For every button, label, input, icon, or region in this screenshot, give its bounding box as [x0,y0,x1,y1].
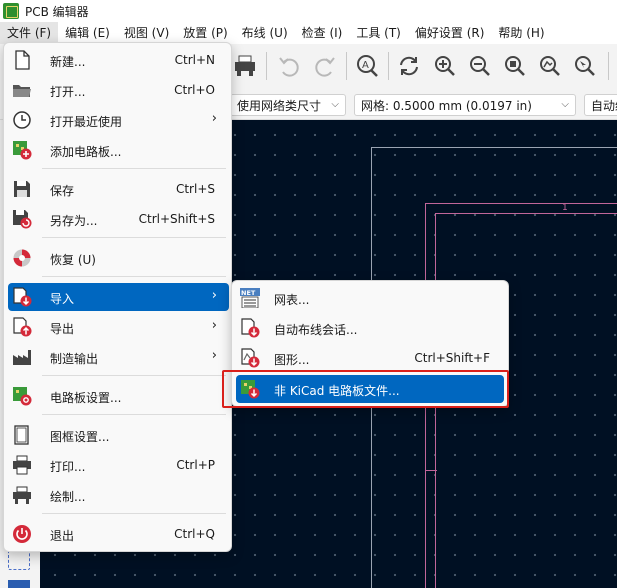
menu-item-open-recent[interactable]: 打开最近使用 › [8,106,229,134]
zoom-in-icon[interactable] [430,50,460,82]
submenu-arrow-icon: › [211,111,217,126]
netlist-icon: NET [240,288,260,308]
board-setup-icon [13,387,32,406]
submenu-arrow-icon: › [211,348,217,363]
menu-item-new[interactable]: 新建... Ctrl+N [8,46,229,74]
menu-bar: 文件 (F) 编辑 (E) 视图 (V) 放置 (P) 布线 (U) 检查 (I… [0,22,617,44]
menu-tools[interactable]: 工具 (T) [349,22,408,44]
add-board-icon [13,141,32,160]
zoom-value: 自动缩 [591,98,617,113]
zoom-select[interactable]: 自动缩 [584,94,617,116]
page-setup-icon [14,425,29,445]
zoom-fit-icon[interactable] [500,50,530,82]
redo-icon[interactable] [310,50,340,82]
menu-place[interactable]: 放置 (P) [176,22,234,44]
submenu-arrow-icon: › [211,288,217,303]
undo-icon[interactable] [274,50,304,82]
menu-item-export[interactable]: 导出 › [8,313,229,341]
menu-inspect[interactable]: 检查 (I) [295,22,350,44]
menu-item-import[interactable]: 导入 › [8,283,229,311]
chevron-down-icon: ⌵ [561,99,569,110]
save-icon [14,181,30,197]
menu-file[interactable]: 文件 (F) [0,22,59,44]
submenu-item-graphics[interactable]: 图形... Ctrl+Shift+F [236,344,504,372]
menu-item-page-setup[interactable]: 图框设置... [8,421,229,449]
menu-item-revert[interactable]: 恢复 (U) [8,244,229,272]
file-menu: 新建... Ctrl+N 打开... Ctrl+O 打开最近使用 › 添加电路板… [3,42,232,552]
menu-item-plot[interactable]: 绘制... [8,481,229,509]
annotation-highlight-box [222,370,509,408]
svg-text:A: A [362,60,369,71]
zoom-objects-icon[interactable] [535,50,565,82]
pcb-app-icon [3,3,19,19]
print-icon [13,455,31,475]
menu-item-save-as[interactable]: 另存为... Ctrl+Shift+S [8,205,229,233]
autoroute-session-icon [241,318,260,338]
menu-preferences[interactable]: 偏好设置 (R) [408,22,492,44]
refresh-icon[interactable] [394,50,424,82]
frame-tick [425,470,437,471]
title-bar: PCB 编辑器 [0,0,617,22]
revert-icon [13,249,31,267]
menu-item-board-setup[interactable]: 电路板设置... [8,382,229,410]
menu-edit[interactable]: 编辑 (E) [58,22,117,44]
grid-value: 网格: 0.5000 mm (0.0197 in) [361,98,532,113]
menu-item-add-board[interactable]: 添加电路板... [8,136,229,164]
submenu-item-autoroute-session[interactable]: 自动布线会话... [236,314,504,342]
open-folder-icon [13,85,31,97]
plot-icon [13,486,31,504]
factory-icon [13,350,31,365]
menu-help[interactable]: 帮助 (H) [491,22,551,44]
export-icon [13,317,32,337]
menu-item-fabrication-outputs[interactable]: 制造输出 › [8,343,229,371]
find-icon[interactable]: A [352,50,382,82]
new-file-icon [15,50,30,70]
menu-view[interactable]: 视图 (V) [117,22,176,44]
menu-item-print[interactable]: 打印... Ctrl+P [8,451,229,479]
track-width-select[interactable]: 使用网络类尺寸 ⌵ [230,94,346,116]
sheet-zone-label: 1 [562,203,568,213]
layer-tool-icon[interactable] [8,580,30,588]
save-as-icon [13,210,32,229]
import-icon [13,287,32,307]
track-width-value: 使用网络类尺寸 [237,98,322,113]
window-title: PCB 编辑器 [25,4,89,19]
chevron-down-icon: ⌵ [331,99,339,110]
submenu-arrow-icon: › [211,318,217,333]
graphics-import-icon [241,348,260,368]
menu-item-open[interactable]: 打开... Ctrl+O [8,76,229,104]
exit-icon [13,525,31,543]
submenu-item-netlist[interactable]: NET 网表... [236,284,504,312]
svg-text:NET: NET [241,289,256,297]
plot-icon[interactable] [230,50,260,82]
zoom-selection-icon[interactable] [570,50,600,82]
clock-icon [13,111,31,129]
menu-route[interactable]: 布线 (U) [235,22,295,44]
grid-select[interactable]: 网格: 0.5000 mm (0.0197 in) ⌵ [354,94,576,116]
menu-item-exit[interactable]: 退出 Ctrl+Q [8,520,229,548]
menu-item-save[interactable]: 保存 Ctrl+S [8,175,229,203]
zoom-out-icon[interactable] [465,50,495,82]
